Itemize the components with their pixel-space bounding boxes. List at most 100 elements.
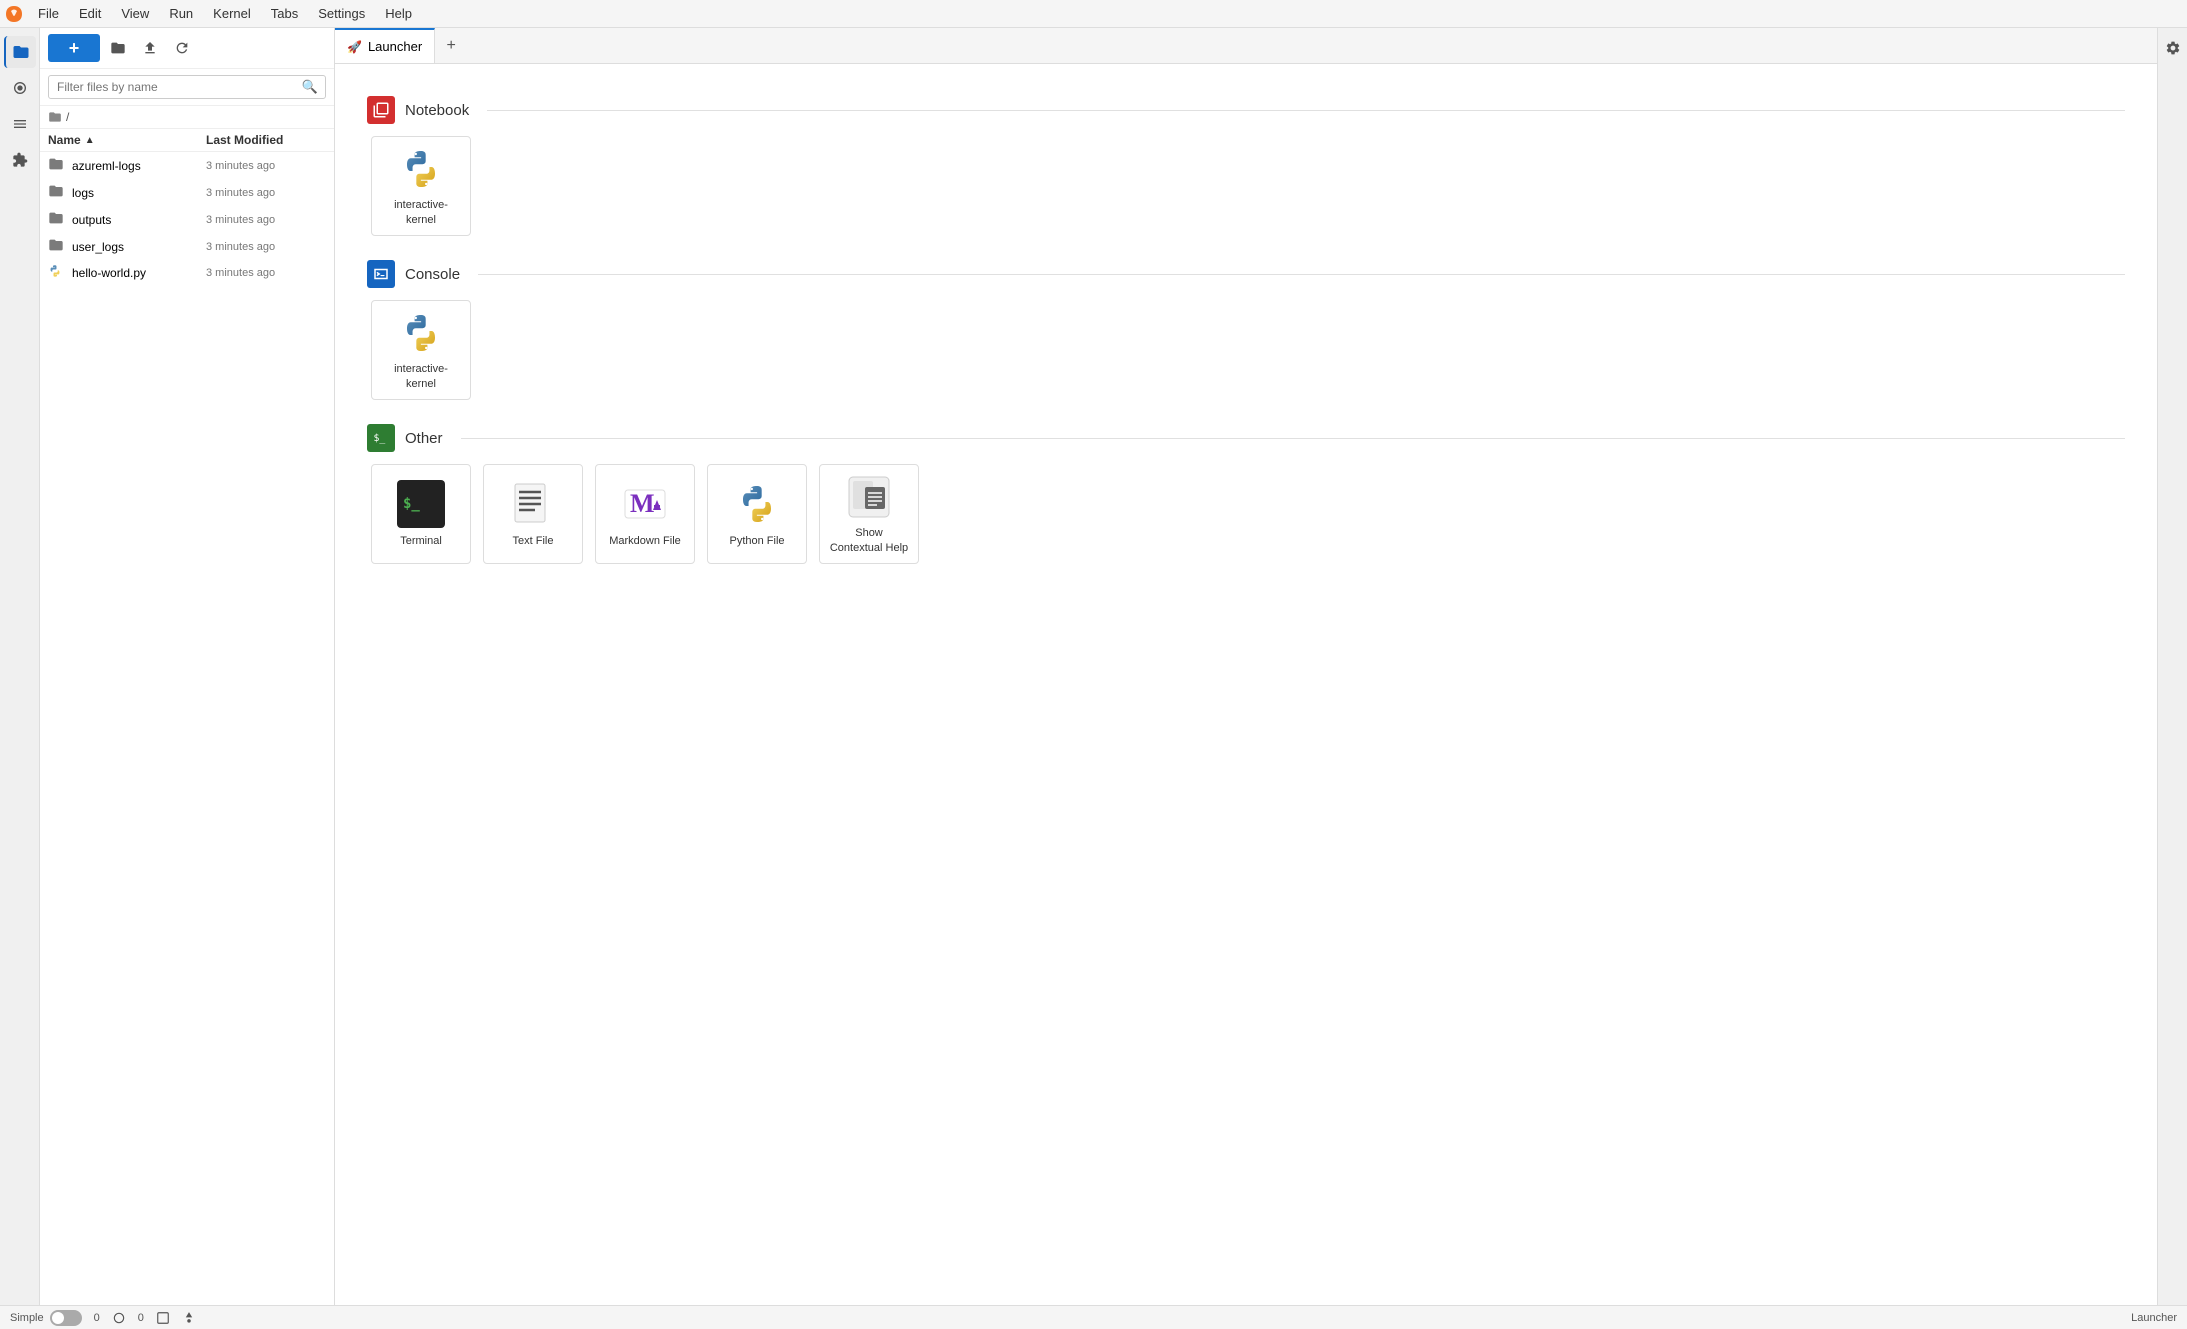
breadcrumb-path: / (66, 110, 69, 124)
upload-button[interactable] (136, 34, 164, 62)
console-divider (478, 274, 2125, 275)
menu-help[interactable]: Help (375, 3, 422, 24)
terminal-card[interactable]: $_ Terminal (371, 464, 471, 564)
python-icon (48, 264, 66, 281)
kernel-count: 0 (94, 1312, 100, 1324)
notebook-kernel-label: interactive-kernel (394, 198, 448, 227)
folder-icon (48, 156, 66, 175)
sort-by-name[interactable]: Name ▲ (48, 133, 206, 147)
app-logo (0, 0, 28, 28)
python-file-icon-card (733, 480, 781, 528)
svg-text:$_: $_ (374, 433, 386, 444)
notebook-section-title: Notebook (405, 102, 469, 119)
text-file-card[interactable]: Text File (483, 464, 583, 564)
other-section-title: Other (405, 430, 443, 447)
file-item-name: azureml-logs (72, 159, 206, 173)
menu-file[interactable]: File (28, 3, 69, 24)
menu-edit[interactable]: Edit (69, 3, 111, 24)
new-launcher-button[interactable]: + (48, 34, 100, 62)
list-item[interactable]: hello-world.py 3 minutes ago (40, 260, 334, 285)
file-item-modified: 3 minutes ago (206, 267, 326, 279)
file-panel-toolbar: + (40, 28, 334, 69)
simple-mode-toggle[interactable]: Simple (10, 1310, 82, 1326)
launcher-tab-icon: 🚀 (347, 40, 362, 54)
file-item-modified: 3 minutes ago (206, 214, 326, 226)
console-section-header: Console (367, 260, 2125, 288)
text-file-icon (509, 480, 557, 528)
right-sidebar (2157, 28, 2187, 1305)
file-list-header: Name ▲ Last Modified (40, 129, 334, 152)
notebook-interactive-kernel-card[interactable]: interactive-kernel (371, 136, 471, 236)
simple-mode-label: Simple (10, 1312, 44, 1324)
file-browser-panel: + 🔍 / Name ▲ (40, 28, 335, 1305)
notebook-section-icon (367, 96, 395, 124)
console-cards-row: interactive-kernel (367, 300, 2125, 400)
markdown-file-icon: M (621, 480, 669, 528)
menubar: File Edit View Run Kernel Tabs Settings … (0, 0, 2187, 28)
console-section-title: Console (405, 266, 460, 283)
new-tab-button[interactable]: + (435, 28, 467, 63)
toggle-knob (52, 1312, 64, 1324)
file-item-name: user_logs (72, 240, 206, 254)
sort-by-modified[interactable]: Last Modified (206, 133, 326, 147)
python-console-icon (397, 309, 445, 356)
commands-button[interactable] (4, 108, 36, 140)
folder-icon (48, 210, 66, 229)
file-search-area: 🔍 (40, 69, 334, 106)
file-item-modified: 3 minutes ago (206, 241, 326, 253)
console-interactive-kernel-card[interactable]: interactive-kernel (371, 300, 471, 400)
list-item[interactable]: logs 3 minutes ago (40, 179, 334, 206)
other-divider (461, 438, 2125, 439)
launcher-tab[interactable]: 🚀 Launcher (335, 28, 435, 63)
menu-settings[interactable]: Settings (308, 3, 375, 24)
python-notebook-icon (397, 145, 445, 192)
console-section-icon (367, 260, 395, 288)
file-item-modified: 3 minutes ago (206, 160, 326, 172)
menu-view[interactable]: View (111, 3, 159, 24)
list-item[interactable]: outputs 3 minutes ago (40, 206, 334, 233)
menu-tabs[interactable]: Tabs (261, 3, 308, 24)
file-item-modified: 3 minutes ago (206, 187, 326, 199)
running-sessions-button[interactable] (4, 72, 36, 104)
python-file-label: Python File (729, 534, 784, 548)
refresh-button[interactable] (168, 34, 196, 62)
launcher-tab-label: Launcher (368, 39, 422, 54)
active-panel-label: Launcher (2131, 1312, 2177, 1324)
console-kernel-label: interactive-kernel (394, 362, 448, 391)
other-section-icon: $_ (367, 424, 395, 452)
file-item-name: logs (72, 186, 206, 200)
folder-icon (48, 183, 66, 202)
notebook-divider (487, 110, 2125, 111)
main-layout: + 🔍 / Name ▲ (0, 28, 2187, 1305)
menu-kernel[interactable]: Kernel (203, 3, 261, 24)
sort-arrow-icon: ▲ (85, 135, 95, 146)
search-icon: 🔍 (302, 79, 318, 95)
launcher-content: Notebook (335, 64, 2157, 1305)
notebook-cards-row: interactive-kernel (367, 136, 2125, 236)
tab-bar: 🚀 Launcher + (335, 28, 2157, 64)
list-item[interactable]: user_logs 3 minutes ago (40, 233, 334, 260)
markdown-file-card[interactable]: M Markdown File (595, 464, 695, 564)
terminal-label: Terminal (400, 534, 442, 548)
status-bar: Simple 0 0 Launcher (0, 1305, 2187, 1329)
files-panel-button[interactable] (4, 36, 36, 68)
svg-text:M: M (630, 489, 655, 518)
list-item[interactable]: azureml-logs 3 minutes ago (40, 152, 334, 179)
new-folder-button[interactable] (104, 34, 132, 62)
other-section-header: $_ Other (367, 424, 2125, 452)
terminal-icon: $_ (397, 480, 445, 528)
menu-run[interactable]: Run (159, 3, 203, 24)
text-file-label: Text File (513, 534, 554, 548)
svg-text:$_: $_ (403, 496, 420, 512)
contextual-help-card[interactable]: Show Contextual Help (819, 464, 919, 564)
notebook-section-header: Notebook (367, 96, 2125, 124)
search-input[interactable] (48, 75, 326, 99)
python-file-card[interactable]: Python File (707, 464, 807, 564)
property-inspector-button[interactable] (2161, 36, 2185, 60)
breadcrumb: / (40, 106, 334, 129)
file-item-name: hello-world.py (72, 266, 206, 280)
content-area: 🚀 Launcher + Notebook (335, 28, 2157, 1305)
kernel-status-icon (112, 1311, 126, 1325)
toggle-switch-control[interactable] (50, 1310, 82, 1326)
extensions-button[interactable] (4, 144, 36, 176)
